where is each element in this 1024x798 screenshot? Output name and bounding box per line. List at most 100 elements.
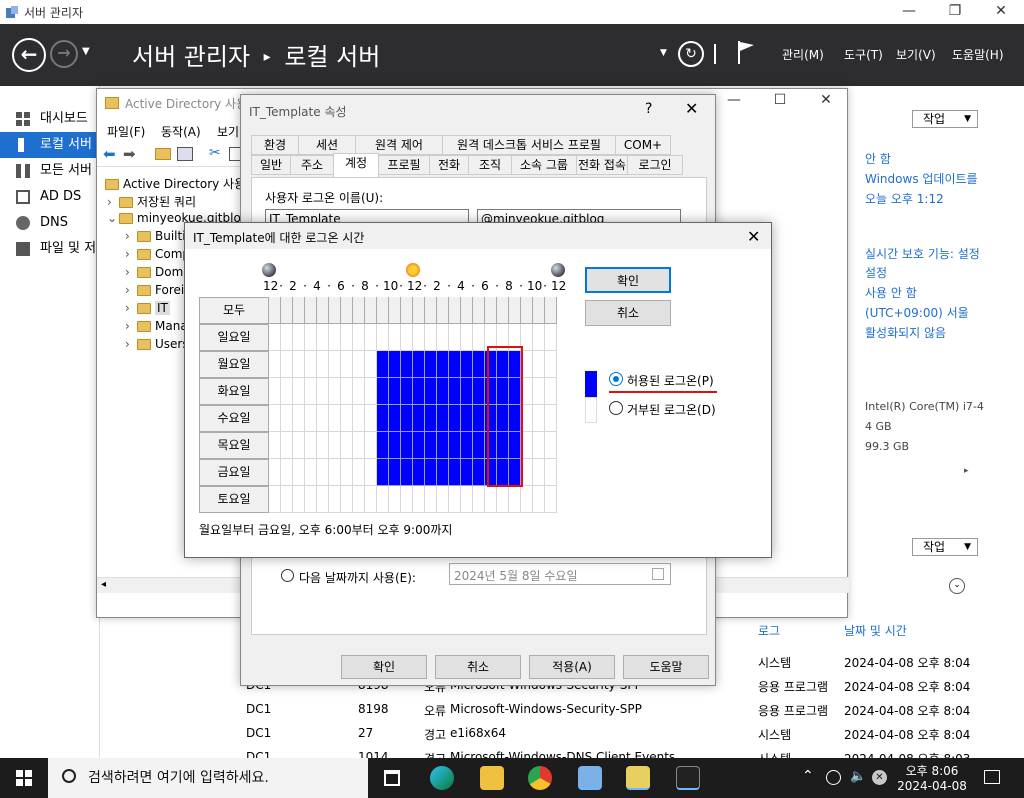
- tab-r2-4[interactable]: 전화: [429, 155, 469, 175]
- tab-r2-8[interactable]: 로그인: [627, 155, 683, 175]
- hour-cell[interactable]: [437, 486, 449, 513]
- chrome-browser-icon[interactable]: [528, 766, 552, 790]
- denied-logon-label[interactable]: 거부된 로그온(D): [627, 401, 716, 418]
- tree-item[interactable]: › IT: [125, 301, 170, 315]
- hour-column-button[interactable]: [365, 297, 377, 324]
- hour-cell[interactable]: [545, 378, 557, 405]
- hour-cell[interactable]: [401, 324, 413, 351]
- day-row-button[interactable]: 수요일: [199, 405, 269, 432]
- hour-cell[interactable]: [281, 405, 293, 432]
- hour-cell[interactable]: [341, 351, 353, 378]
- hour-column-button[interactable]: [485, 297, 497, 324]
- hour-column-button[interactable]: [341, 297, 353, 324]
- rp-line-6[interactable]: (UTC+09:00) 서울: [865, 304, 969, 321]
- hour-cell[interactable]: [437, 459, 449, 486]
- hour-cell[interactable]: [533, 405, 545, 432]
- hour-cell[interactable]: [329, 486, 341, 513]
- tab-r2-0[interactable]: 일반: [251, 155, 291, 175]
- hour-column-button[interactable]: [509, 297, 521, 324]
- hour-cell[interactable]: [365, 378, 377, 405]
- hour-cell[interactable]: [449, 459, 461, 486]
- hour-cell[interactable]: [365, 459, 377, 486]
- hour-cell[interactable]: [317, 486, 329, 513]
- rp-line-4[interactable]: 설정: [865, 264, 887, 281]
- hour-cell[interactable]: [281, 432, 293, 459]
- hour-cell[interactable]: [461, 378, 473, 405]
- hour-cell[interactable]: [365, 351, 377, 378]
- hour-cell[interactable]: [533, 324, 545, 351]
- hour-cell[interactable]: [377, 324, 389, 351]
- hour-cell[interactable]: [341, 324, 353, 351]
- tree-item[interactable]: › 저장된 쿼리: [107, 193, 196, 210]
- hour-cell[interactable]: [329, 459, 341, 486]
- ad-maximize-button[interactable]: ☐: [757, 89, 803, 113]
- hour-cell[interactable]: [293, 351, 305, 378]
- day-row-button[interactable]: 월요일: [199, 351, 269, 378]
- hour-cell[interactable]: [281, 378, 293, 405]
- hour-cell[interactable]: [329, 351, 341, 378]
- menu-manage[interactable]: 관리(M): [782, 46, 824, 63]
- close-button[interactable]: ✕: [978, 0, 1024, 24]
- tab-r2-6[interactable]: 소속 그룹: [511, 155, 577, 175]
- hour-cell[interactable]: [353, 486, 365, 513]
- hour-cell[interactable]: [365, 405, 377, 432]
- hour-cell[interactable]: [437, 324, 449, 351]
- hour-cell[interactable]: [389, 324, 401, 351]
- tab-r2-2[interactable]: 계정: [333, 153, 379, 177]
- hour-cell[interactable]: [437, 405, 449, 432]
- rp-line-2[interactable]: 오늘 오후 1:12: [865, 190, 944, 207]
- hour-cell[interactable]: [533, 486, 545, 513]
- calendar-icon[interactable]: [652, 568, 664, 580]
- sidebar-item-all-servers[interactable]: 모든 서버: [0, 158, 100, 184]
- hour-cell[interactable]: [305, 432, 317, 459]
- tab-r2-7[interactable]: 전화 접속: [576, 155, 628, 175]
- menu-help[interactable]: 도움말(H): [952, 46, 1004, 63]
- hour-column-button[interactable]: [329, 297, 341, 324]
- properties-cancel-button[interactable]: 취소: [435, 655, 521, 679]
- taskbar-search-box[interactable]: 검색하려면 여기에 입력하세요.: [48, 758, 368, 798]
- hour-cell[interactable]: [293, 405, 305, 432]
- hour-cell[interactable]: [317, 378, 329, 405]
- hour-cell[interactable]: [341, 459, 353, 486]
- scroll-right-icon[interactable]: ▸: [964, 466, 969, 476]
- hour-cell[interactable]: [389, 432, 401, 459]
- hour-cell[interactable]: [545, 324, 557, 351]
- hour-cell[interactable]: [545, 351, 557, 378]
- volume-muted-icon[interactable]: 🔈: [850, 769, 866, 784]
- hour-cell[interactable]: [305, 378, 317, 405]
- hour-column-button[interactable]: [389, 297, 401, 324]
- hour-cell[interactable]: [425, 405, 437, 432]
- hour-cell[interactable]: [401, 405, 413, 432]
- clock-date[interactable]: 2024-04-08: [896, 779, 968, 793]
- denied-logon-radio[interactable]: [609, 401, 623, 415]
- properties-close-icon[interactable]: ✕: [685, 99, 698, 118]
- hour-cell[interactable]: [353, 378, 365, 405]
- properties-ok-button[interactable]: 확인: [341, 655, 427, 679]
- hour-column-button[interactable]: [401, 297, 413, 324]
- hour-column-button[interactable]: [461, 297, 473, 324]
- hour-cell[interactable]: [281, 324, 293, 351]
- hour-cell[interactable]: [269, 378, 281, 405]
- breadcrumb-root[interactable]: 서버 관리자: [132, 43, 250, 71]
- hour-cell[interactable]: [317, 459, 329, 486]
- hour-cell[interactable]: [317, 351, 329, 378]
- hour-cell[interactable]: [389, 486, 401, 513]
- hour-cell[interactable]: [449, 324, 461, 351]
- expand-down-icon[interactable]: ⌄: [107, 211, 119, 225]
- hour-column-button[interactable]: [425, 297, 437, 324]
- hour-cell[interactable]: [353, 405, 365, 432]
- forward-arrow-icon[interactable]: →: [50, 40, 78, 68]
- hour-cell[interactable]: [377, 405, 389, 432]
- toolbar-forward-icon[interactable]: ➡: [123, 145, 136, 163]
- hour-column-button[interactable]: [473, 297, 485, 324]
- hour-cell[interactable]: [401, 378, 413, 405]
- hour-cell[interactable]: [353, 459, 365, 486]
- hour-cell[interactable]: [509, 486, 521, 513]
- col-header-datetime[interactable]: 날짜 및 시간: [844, 622, 907, 639]
- hour-cell[interactable]: [293, 459, 305, 486]
- expand-right-icon[interactable]: ›: [125, 283, 137, 297]
- ad-close-button[interactable]: ✕: [803, 89, 849, 113]
- hour-cell[interactable]: [449, 486, 461, 513]
- hour-cell[interactable]: [533, 432, 545, 459]
- hour-cell[interactable]: [377, 432, 389, 459]
